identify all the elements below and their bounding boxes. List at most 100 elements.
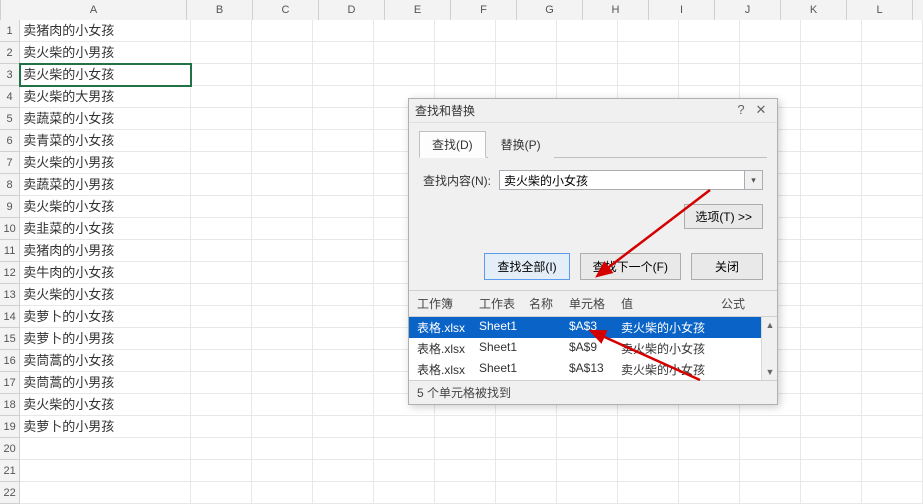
row-header-21[interactable]: 21 xyxy=(0,460,20,482)
cell-A14[interactable]: 卖萝卜的小女孩 xyxy=(20,306,191,328)
column-header-I[interactable]: I xyxy=(649,0,715,20)
cell-G2[interactable] xyxy=(496,42,557,64)
cell-A2[interactable]: 卖火柴的小男孩 xyxy=(20,42,191,64)
cell-C14[interactable] xyxy=(252,306,313,328)
cell-E22[interactable] xyxy=(374,482,435,504)
cell-L20[interactable] xyxy=(801,438,862,460)
cell-A21[interactable] xyxy=(20,460,191,482)
cell-M19[interactable] xyxy=(862,416,923,438)
cell-D19[interactable] xyxy=(313,416,374,438)
cell-G19[interactable] xyxy=(496,416,557,438)
cell-C3[interactable] xyxy=(252,64,313,86)
cell-F2[interactable] xyxy=(435,42,496,64)
cell-K22[interactable] xyxy=(740,482,801,504)
cell-J1[interactable] xyxy=(679,20,740,42)
cell-G20[interactable] xyxy=(496,438,557,460)
cell-B20[interactable] xyxy=(191,438,252,460)
cell-E1[interactable] xyxy=(374,20,435,42)
cell-D18[interactable] xyxy=(313,394,374,416)
row-header-18[interactable]: 18 xyxy=(0,394,20,416)
cell-B15[interactable] xyxy=(191,328,252,350)
col-header-value[interactable]: 值 xyxy=(621,293,721,314)
cell-L18[interactable] xyxy=(801,394,862,416)
cell-I3[interactable] xyxy=(618,64,679,86)
result-row[interactable]: 表格.xlsxSheet1$A$9卖火柴的小女孩 xyxy=(409,338,777,359)
cell-M15[interactable] xyxy=(862,328,923,350)
cell-J3[interactable] xyxy=(679,64,740,86)
column-header-M[interactable]: M xyxy=(913,0,923,20)
cell-M10[interactable] xyxy=(862,218,923,240)
tab-find[interactable]: 查找(D) xyxy=(419,131,486,158)
cell-L22[interactable] xyxy=(801,482,862,504)
cell-C2[interactable] xyxy=(252,42,313,64)
row-header-13[interactable]: 13 xyxy=(0,284,20,306)
cell-A10[interactable]: 卖韭菜的小女孩 xyxy=(20,218,191,240)
cell-M14[interactable] xyxy=(862,306,923,328)
cell-B22[interactable] xyxy=(191,482,252,504)
column-header-G[interactable]: G xyxy=(517,0,583,20)
cell-D10[interactable] xyxy=(313,218,374,240)
cell-A18[interactable]: 卖火柴的小女孩 xyxy=(20,394,191,416)
tab-replace[interactable]: 替换(P) xyxy=(488,131,554,158)
cell-D2[interactable] xyxy=(313,42,374,64)
cell-M17[interactable] xyxy=(862,372,923,394)
cell-L2[interactable] xyxy=(801,42,862,64)
cell-B14[interactable] xyxy=(191,306,252,328)
row-header-9[interactable]: 9 xyxy=(0,196,20,218)
column-header-E[interactable]: E xyxy=(385,0,451,20)
row-header-15[interactable]: 15 xyxy=(0,328,20,350)
cell-J2[interactable] xyxy=(679,42,740,64)
column-header-J[interactable]: J xyxy=(715,0,781,20)
cell-F1[interactable] xyxy=(435,20,496,42)
cell-B9[interactable] xyxy=(191,196,252,218)
cell-G3[interactable] xyxy=(496,64,557,86)
row-header-2[interactable]: 2 xyxy=(0,42,20,64)
cell-G22[interactable] xyxy=(496,482,557,504)
cell-M3[interactable] xyxy=(862,64,923,86)
results-scrollbar[interactable]: ▲ ▼ xyxy=(761,317,777,380)
column-header-B[interactable]: B xyxy=(187,0,253,20)
result-row[interactable]: 表格.xlsxSheet1$A$13卖火柴的小女孩 xyxy=(409,359,777,380)
cell-A6[interactable]: 卖青菜的小女孩 xyxy=(20,130,191,152)
cell-L7[interactable] xyxy=(801,152,862,174)
cell-M21[interactable] xyxy=(862,460,923,482)
cell-M5[interactable] xyxy=(862,108,923,130)
cell-A1[interactable]: 卖猪肉的小女孩 xyxy=(20,20,191,42)
row-header-16[interactable]: 16 xyxy=(0,350,20,372)
cell-I21[interactable] xyxy=(618,460,679,482)
cell-D15[interactable] xyxy=(313,328,374,350)
row-header-11[interactable]: 11 xyxy=(0,240,20,262)
cell-I2[interactable] xyxy=(618,42,679,64)
cell-M9[interactable] xyxy=(862,196,923,218)
cell-A5[interactable]: 卖蔬菜的小女孩 xyxy=(20,108,191,130)
cell-C11[interactable] xyxy=(252,240,313,262)
cell-B1[interactable] xyxy=(191,20,252,42)
cell-E2[interactable] xyxy=(374,42,435,64)
cell-D6[interactable] xyxy=(313,130,374,152)
col-header-name[interactable]: 名称 xyxy=(529,293,569,314)
scroll-up-icon[interactable]: ▲ xyxy=(762,317,777,333)
cell-M18[interactable] xyxy=(862,394,923,416)
cell-L19[interactable] xyxy=(801,416,862,438)
cell-K20[interactable] xyxy=(740,438,801,460)
cell-K2[interactable] xyxy=(740,42,801,64)
cell-M20[interactable] xyxy=(862,438,923,460)
cell-L5[interactable] xyxy=(801,108,862,130)
col-header-cell[interactable]: 单元格 xyxy=(569,293,621,314)
row-header-3[interactable]: 3 xyxy=(0,64,20,86)
cell-M22[interactable] xyxy=(862,482,923,504)
cell-B4[interactable] xyxy=(191,86,252,108)
cell-B19[interactable] xyxy=(191,416,252,438)
cell-C9[interactable] xyxy=(252,196,313,218)
row-header-4[interactable]: 4 xyxy=(0,86,20,108)
cell-B2[interactable] xyxy=(191,42,252,64)
cell-D20[interactable] xyxy=(313,438,374,460)
cell-E3[interactable] xyxy=(374,64,435,86)
cell-L14[interactable] xyxy=(801,306,862,328)
cell-C7[interactable] xyxy=(252,152,313,174)
cell-C17[interactable] xyxy=(252,372,313,394)
cell-L21[interactable] xyxy=(801,460,862,482)
cell-C19[interactable] xyxy=(252,416,313,438)
cell-J19[interactable] xyxy=(679,416,740,438)
cell-M16[interactable] xyxy=(862,350,923,372)
